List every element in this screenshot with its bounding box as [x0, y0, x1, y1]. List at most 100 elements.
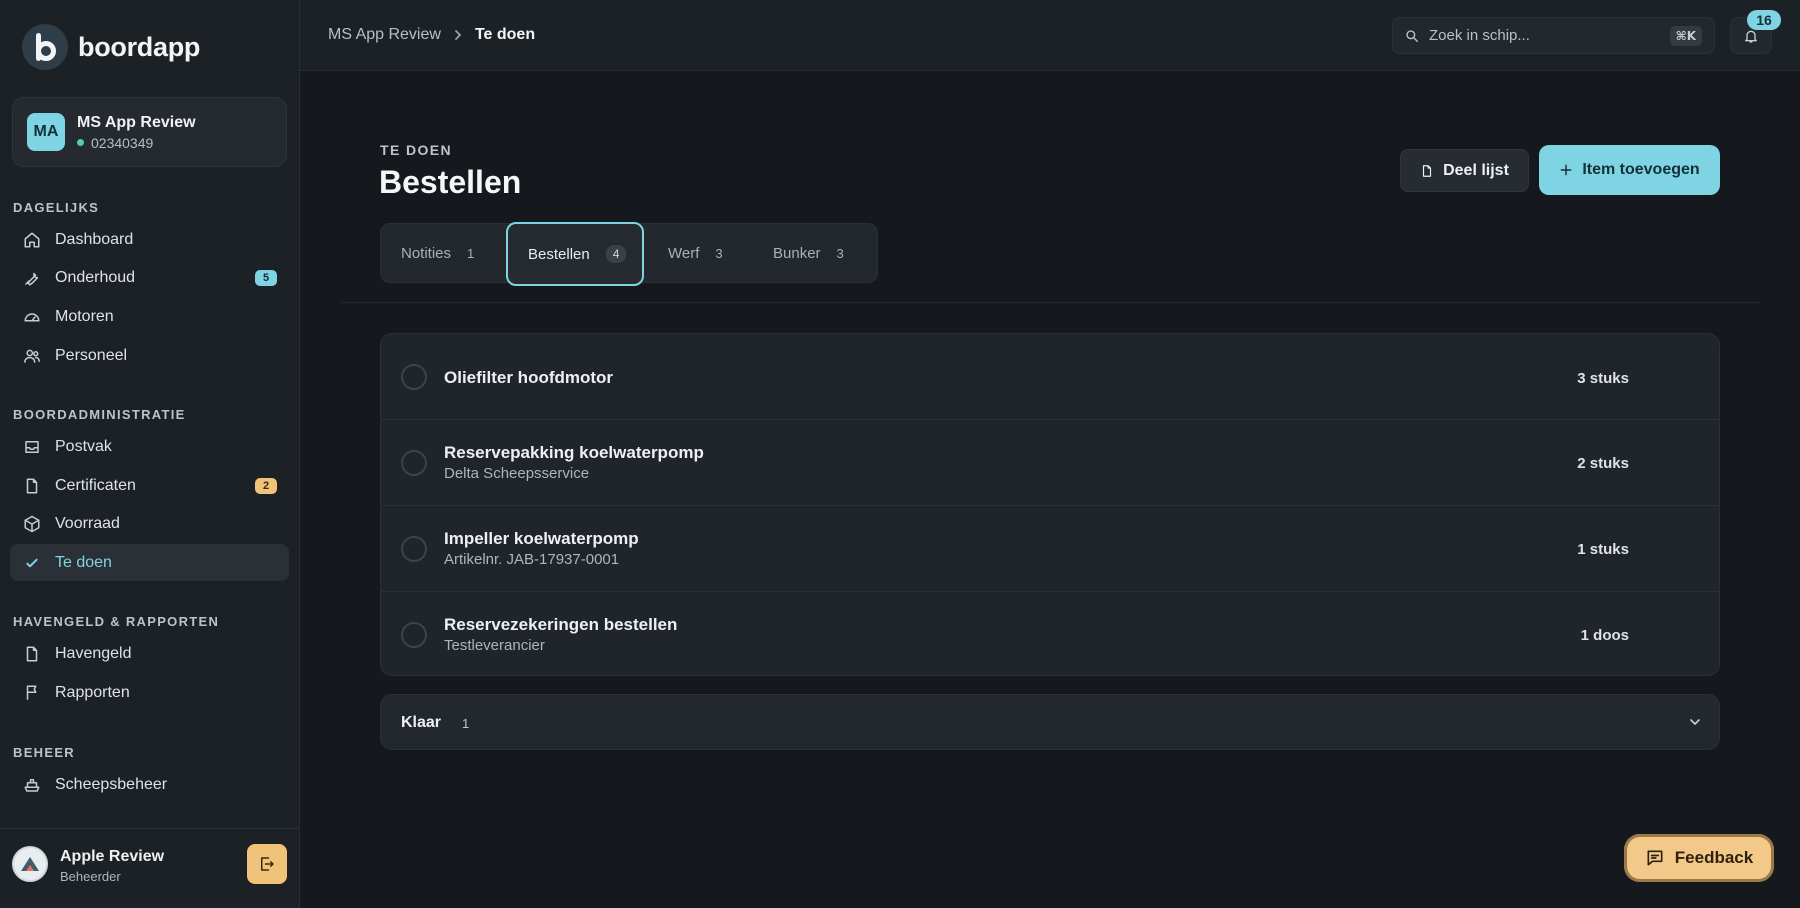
list-item[interactable]: Oliefilter hoofdmotor 3 stuks [381, 334, 1719, 420]
document-icon [23, 477, 41, 495]
sidebar-item-label: Dashboard [55, 230, 134, 248]
item-subtitle: Delta Scheepsservice [444, 465, 590, 482]
tab-count: 3 [715, 245, 723, 261]
item-subtitle: Artikelnr. JAB-17937-0001 [444, 551, 620, 568]
sidebar-item-label: Postvak [55, 437, 112, 455]
sidebar-item-postvak[interactable]: Postvak [10, 428, 289, 465]
logout-button[interactable] [247, 844, 287, 884]
item-checkbox[interactable] [401, 622, 427, 648]
user-panel: Apple Review Beheerder [0, 828, 299, 908]
item-subtitle: Testleverancier [444, 637, 545, 654]
tab-label: Bestellen [528, 245, 590, 263]
breadcrumb-ship[interactable]: MS App Review [328, 26, 441, 44]
sidebar-item-scheepsbeheer[interactable]: Scheepsbeheer [10, 766, 289, 803]
done-label: Klaar [401, 714, 442, 731]
add-item-button[interactable]: Item toevoegen [1539, 145, 1720, 195]
ship-status-dot [77, 139, 84, 146]
item-title: Impeller koelwaterpomp [444, 529, 639, 548]
item-checkbox[interactable] [401, 450, 427, 476]
plus-icon [1559, 163, 1573, 177]
share-list-button[interactable]: Deel lijst [1400, 149, 1529, 192]
tab-bestellen[interactable]: Bestellen 4 [506, 222, 645, 286]
ship-number: 02340349 [91, 134, 154, 151]
todo-list: Oliefilter hoofdmotor 3 stuks Reservepak… [380, 333, 1720, 676]
document-icon [1420, 163, 1434, 179]
tab-count: 4 [605, 245, 627, 263]
sidebar-item-te-doen[interactable]: Te doen [10, 544, 289, 581]
box-icon [23, 515, 41, 533]
home-icon [23, 231, 41, 249]
notification-count-badge: 16 [1747, 10, 1781, 30]
ship-icon [23, 776, 41, 794]
tab-count: 3 [836, 245, 844, 261]
item-quantity: 3 stuks [1577, 370, 1629, 387]
breadcrumb-current: Te doen [474, 26, 536, 43]
feedback-button[interactable]: Feedback [1624, 834, 1774, 882]
sidebar-item-label: Motoren [55, 307, 114, 325]
item-quantity: 1 stuks [1577, 541, 1629, 558]
search-icon [1405, 29, 1419, 43]
list-item[interactable]: Reservezekeringen bestellen Testleveranc… [381, 592, 1719, 675]
wrench-icon [23, 269, 41, 287]
done-count: 1 [462, 716, 470, 731]
item-quantity: 2 stuks [1577, 455, 1629, 472]
nav-heading-dagelijks: DAGELIJKS [13, 200, 100, 215]
logo-mark-icon [22, 24, 68, 70]
tab-label: Werf [668, 244, 700, 262]
gauge-icon [23, 308, 41, 326]
sidebar-item-label: Havengeld [55, 644, 132, 662]
sidebar-item-onderhoud[interactable]: Onderhoud 5 [10, 259, 289, 296]
logout-icon [258, 855, 276, 873]
sidebar: boordapp MA MS App Review 02340349 DAGEL… [0, 0, 300, 908]
feedback-label: Feedback [1674, 848, 1754, 867]
nav-heading-beheer: BEHEER [13, 745, 75, 760]
add-item-label: Item toevoegen [1582, 161, 1700, 178]
list-item[interactable]: Impeller koelwaterpomp Artikelnr. JAB-17… [381, 506, 1719, 592]
search-input[interactable]: Zoek in schip... ⌘K [1392, 17, 1715, 54]
sidebar-item-havengeld[interactable]: Havengeld [10, 635, 289, 672]
search-placeholder: Zoek in schip... [1429, 27, 1530, 44]
ship-name: MS App Review [77, 113, 196, 131]
document-icon [23, 645, 41, 663]
list-item[interactable]: Reservepakking koelwaterpomp Delta Schee… [381, 420, 1719, 506]
done-section-toggle[interactable]: Klaar 1 [380, 694, 1720, 750]
sidebar-item-voorraad[interactable]: Voorraad [10, 505, 289, 542]
users-icon [23, 347, 41, 365]
flag-icon [23, 684, 41, 702]
check-icon [23, 554, 41, 572]
tab-notities[interactable]: Notities 1 [401, 224, 474, 282]
sidebar-item-dashboard[interactable]: Dashboard [10, 221, 289, 258]
topbar: MS App Review Te doen Zoek in schip... ⌘… [300, 0, 1800, 71]
sidebar-item-certificaten[interactable]: Certificaten 2 [10, 467, 289, 504]
tab-bunker[interactable]: Bunker 3 [773, 224, 844, 282]
sidebar-item-label: Rapporten [55, 683, 130, 701]
section-divider [340, 302, 1760, 303]
sidebar-item-personeel[interactable]: Personeel [10, 337, 289, 374]
user-avatar[interactable] [12, 846, 48, 882]
chevron-right-icon [453, 29, 463, 41]
share-list-label: Deel lijst [1443, 161, 1509, 179]
onderhoud-count-badge: 5 [255, 270, 277, 286]
tab-werf[interactable]: Werf 3 [668, 224, 723, 282]
tab-label: Bunker [773, 244, 821, 262]
ship-selector[interactable]: MA MS App Review 02340349 [12, 97, 287, 167]
page-title: Bestellen [379, 164, 522, 200]
tab-label: Notities [401, 244, 452, 262]
page-eyebrow: TE DOEN [380, 142, 453, 158]
item-checkbox[interactable] [401, 536, 427, 562]
category-tabs: Notities 1 Bestellen 4 Werf 3 Bunker 3 [380, 222, 878, 286]
breadcrumb: MS App Review Te doen [328, 26, 535, 44]
sidebar-item-label: Personeel [55, 346, 128, 364]
sidebar-item-label: Voorraad [55, 514, 120, 532]
app-logo[interactable]: boordapp [22, 24, 200, 70]
chat-icon [1645, 848, 1665, 868]
sidebar-item-label: Certificaten [55, 476, 136, 494]
nav-heading-havengeld-rapporten: HAVENGELD & RAPPORTEN [13, 614, 220, 629]
search-shortcut: ⌘K [1669, 25, 1702, 46]
inbox-icon [23, 438, 41, 456]
user-role: Beheerder [60, 869, 121, 884]
item-checkbox[interactable] [401, 364, 427, 390]
sidebar-item-rapporten[interactable]: Rapporten [10, 674, 289, 711]
sidebar-item-motoren[interactable]: Motoren [10, 298, 289, 335]
item-quantity: 1 doos [1580, 627, 1629, 644]
